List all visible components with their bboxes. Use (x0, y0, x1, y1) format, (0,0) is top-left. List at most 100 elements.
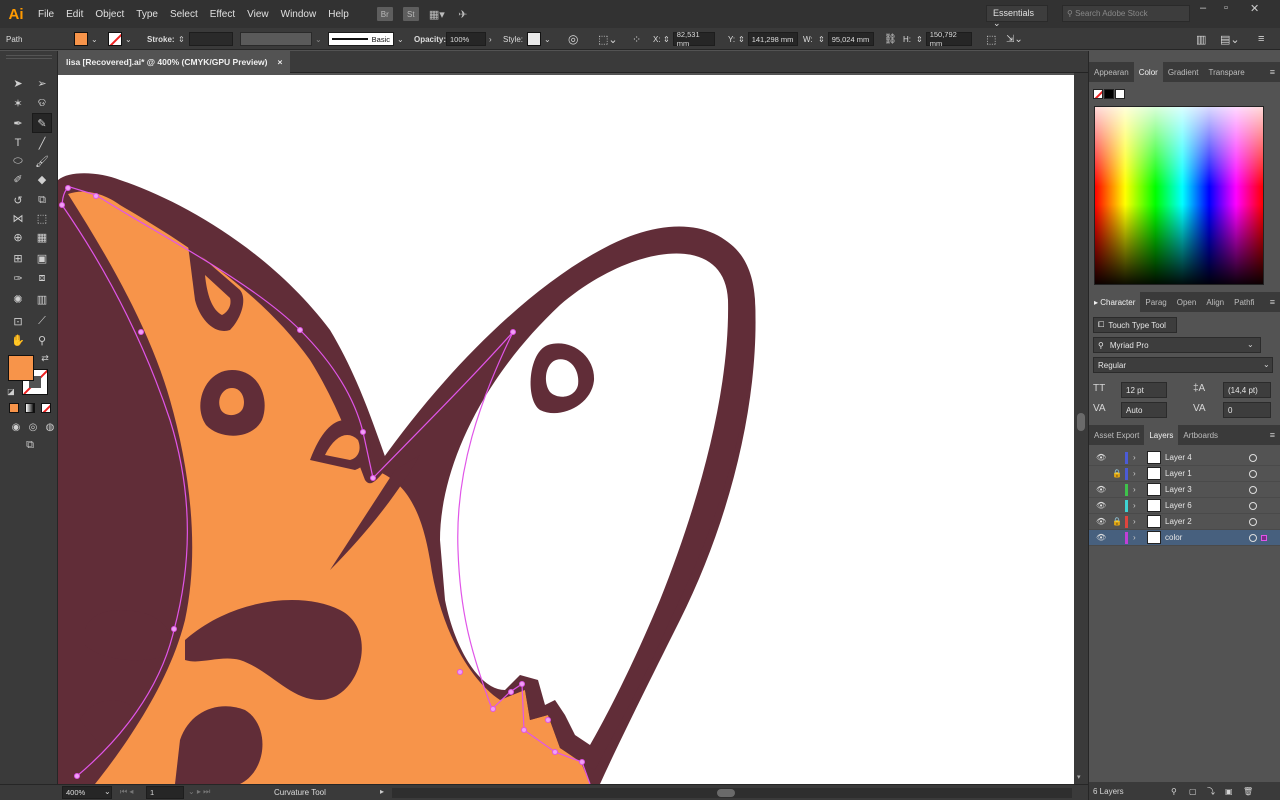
next-artboard-icon[interactable]: ⌄ ▸ ⏭ (188, 787, 210, 797)
chevron-right-icon[interactable]: › (1133, 453, 1136, 462)
eraser-tool-icon[interactable]: ◆ (33, 170, 51, 188)
h-scroll-thumb[interactable] (717, 789, 735, 797)
make-clipping-mask-icon[interactable]: ▢ (1189, 787, 1197, 796)
menu-edit[interactable]: Edit (60, 9, 89, 20)
variable-width-profile[interactable] (240, 32, 312, 46)
menu-help[interactable]: Help (322, 9, 355, 20)
layer-name[interactable]: Layer 2 (1165, 517, 1192, 526)
column-graph-tool-icon[interactable]: ▥ (33, 290, 51, 308)
layer-name[interactable]: Layer 1 (1165, 469, 1192, 478)
font-size-field[interactable]: 12 pt (1121, 382, 1167, 398)
arrange-documents-icon[interactable]: ▦▾ (429, 7, 445, 21)
leading-field[interactable]: (14,4 pt) (1223, 382, 1271, 398)
scroll-down-icon[interactable]: ▾ (1077, 773, 1081, 781)
stepper-icon[interactable]: ⇕ (178, 35, 185, 44)
fill-swatch[interactable] (74, 32, 88, 46)
chevron-right-icon[interactable]: › (489, 35, 492, 44)
layer-name[interactable]: Layer 3 (1165, 485, 1192, 494)
artboard-number-field[interactable]: 1 (146, 786, 184, 799)
bridge-icon[interactable]: Br (376, 7, 393, 21)
chevron-right-icon[interactable]: › (1133, 501, 1136, 510)
hand-tool-icon[interactable]: ✋ (9, 331, 27, 349)
target-icon[interactable] (1249, 533, 1257, 542)
menu-effect[interactable]: Effect (204, 9, 241, 20)
close-window-icon[interactable]: ✕ (1250, 2, 1259, 15)
shape-builder-tool-icon[interactable]: ⊕ (9, 228, 27, 246)
draw-normal-icon[interactable]: ◉ (7, 418, 25, 436)
app-logo[interactable]: Ai (4, 2, 28, 26)
tab-artboards[interactable]: Artboards (1178, 425, 1223, 445)
line-tool-icon[interactable]: ╱ (33, 134, 51, 152)
tab-appearance[interactable]: Appearan (1089, 62, 1134, 82)
isolate-object-icon[interactable]: ⇲⌄ (1006, 32, 1023, 46)
draw-behind-icon[interactable]: ◎ (24, 418, 42, 436)
panel-menu-icon[interactable]: ≡ (1270, 297, 1275, 307)
swap-fill-stroke-icon[interactable]: ⇄ (39, 352, 51, 364)
chevron-right-icon[interactable]: › (1133, 517, 1136, 526)
gpu-performance-icon[interactable]: ✈ (455, 7, 471, 21)
ellipse-tool-icon[interactable]: ⬭ (9, 152, 27, 170)
layer-name[interactable]: color (1165, 533, 1182, 542)
chevron-right-icon[interactable]: › (1133, 533, 1136, 542)
chevron-down-icon[interactable]: ⌄ (125, 35, 132, 44)
chevron-right-icon[interactable]: › (1133, 485, 1136, 494)
target-icon[interactable] (1249, 517, 1257, 526)
constrain-proportions-icon[interactable]: ⛓ (884, 32, 897, 46)
stock-icon[interactable]: St (402, 7, 419, 21)
curvature-tool-icon[interactable]: ✎ (32, 113, 52, 133)
lasso-tool-icon[interactable]: ଡ (33, 94, 51, 112)
stepper-icon[interactable]: ⇕ (663, 35, 670, 44)
menu-view[interactable]: View (241, 9, 275, 20)
layer-row[interactable]: 🔒 › Layer 1 (1089, 466, 1280, 482)
chevron-down-icon[interactable]: ⌄ (544, 35, 551, 44)
pen-tool-icon[interactable]: ✒ (9, 114, 27, 132)
document-tab[interactable]: lisa [Recovered].ai* @ 400% (CMYK/GPU Pr… (58, 51, 291, 73)
height-field[interactable]: 150,792 mm (925, 30, 972, 48)
lock-icon[interactable]: 🔒 (1112, 469, 1122, 478)
tab-character[interactable]: ▸ Character (1089, 292, 1141, 312)
first-artboard-icon[interactable]: ⏮ ◂ (120, 787, 133, 797)
free-transform-tool-icon[interactable]: ⬚ (33, 209, 51, 227)
artboard-tool-icon[interactable]: ⊡ (9, 312, 27, 330)
tab-pathfinder[interactable]: Pathfi (1229, 292, 1259, 312)
layer-row[interactable]: 👁 › Layer 3 (1089, 482, 1280, 498)
menu-object[interactable]: Object (89, 9, 130, 20)
y-field[interactable]: 141,298 mm (747, 32, 798, 46)
panel-collapse-icon[interactable] (1267, 106, 1275, 114)
close-tab-icon[interactable]: × (278, 57, 283, 67)
stepper-icon[interactable]: ⇕ (818, 35, 825, 44)
none-swatch[interactable] (1093, 89, 1103, 99)
search-stock-input[interactable]: ⚲ Search Adobe Stock (1062, 5, 1190, 22)
scale-tool-icon[interactable]: ⧉ (33, 191, 51, 209)
tab-color[interactable]: Color (1133, 62, 1163, 82)
recolor-artwork-icon[interactable]: ◎ (568, 32, 578, 46)
minimize-icon[interactable]: – (1200, 2, 1206, 14)
vertical-scrollbar[interactable]: ▾ (1074, 73, 1088, 784)
panel-menu-icon[interactable]: ≡ (1270, 67, 1275, 77)
kerning-field[interactable]: Auto (1121, 402, 1167, 418)
stepper-icon[interactable]: ⇕ (738, 35, 745, 44)
chevron-right-icon[interactable]: › (1133, 469, 1136, 478)
rotate-tool-icon[interactable]: ↺ (9, 191, 27, 209)
layer-row[interactable]: 👁 › Layer 4 (1089, 450, 1280, 466)
chevron-down-icon[interactable]: ⌄ (104, 787, 111, 796)
brush-definition[interactable]: Basic (328, 32, 394, 46)
artboard[interactable] (58, 75, 1074, 784)
target-icon[interactable] (1249, 485, 1257, 494)
stepper-icon[interactable]: ⇕ (916, 35, 923, 44)
tab-align[interactable]: Align (1201, 292, 1229, 312)
selection-tool-icon[interactable]: ➤ (9, 74, 27, 92)
direct-selection-tool-icon[interactable]: ➢ (33, 74, 51, 92)
tracking-field[interactable]: 0 (1223, 402, 1271, 418)
eye-icon[interactable]: 👁 (1096, 453, 1106, 462)
maximize-icon[interactable]: ▫ (1224, 2, 1228, 14)
gradient-mode-icon[interactable] (25, 403, 35, 413)
distribute-icon[interactable]: ▤⌄ (1220, 32, 1240, 46)
touch-type-button[interactable]: ⧠ Touch Type Tool (1093, 317, 1177, 333)
artwork[interactable] (58, 75, 1074, 784)
opacity-field[interactable]: 100% (446, 32, 486, 46)
stroke-weight-field[interactable] (188, 32, 233, 46)
perspective-grid-tool-icon[interactable]: ▦ (33, 228, 51, 246)
x-field[interactable]: 82,531 mm (672, 30, 715, 48)
layer-row[interactable]: 👁 🔒 › Layer 2 (1089, 514, 1280, 530)
